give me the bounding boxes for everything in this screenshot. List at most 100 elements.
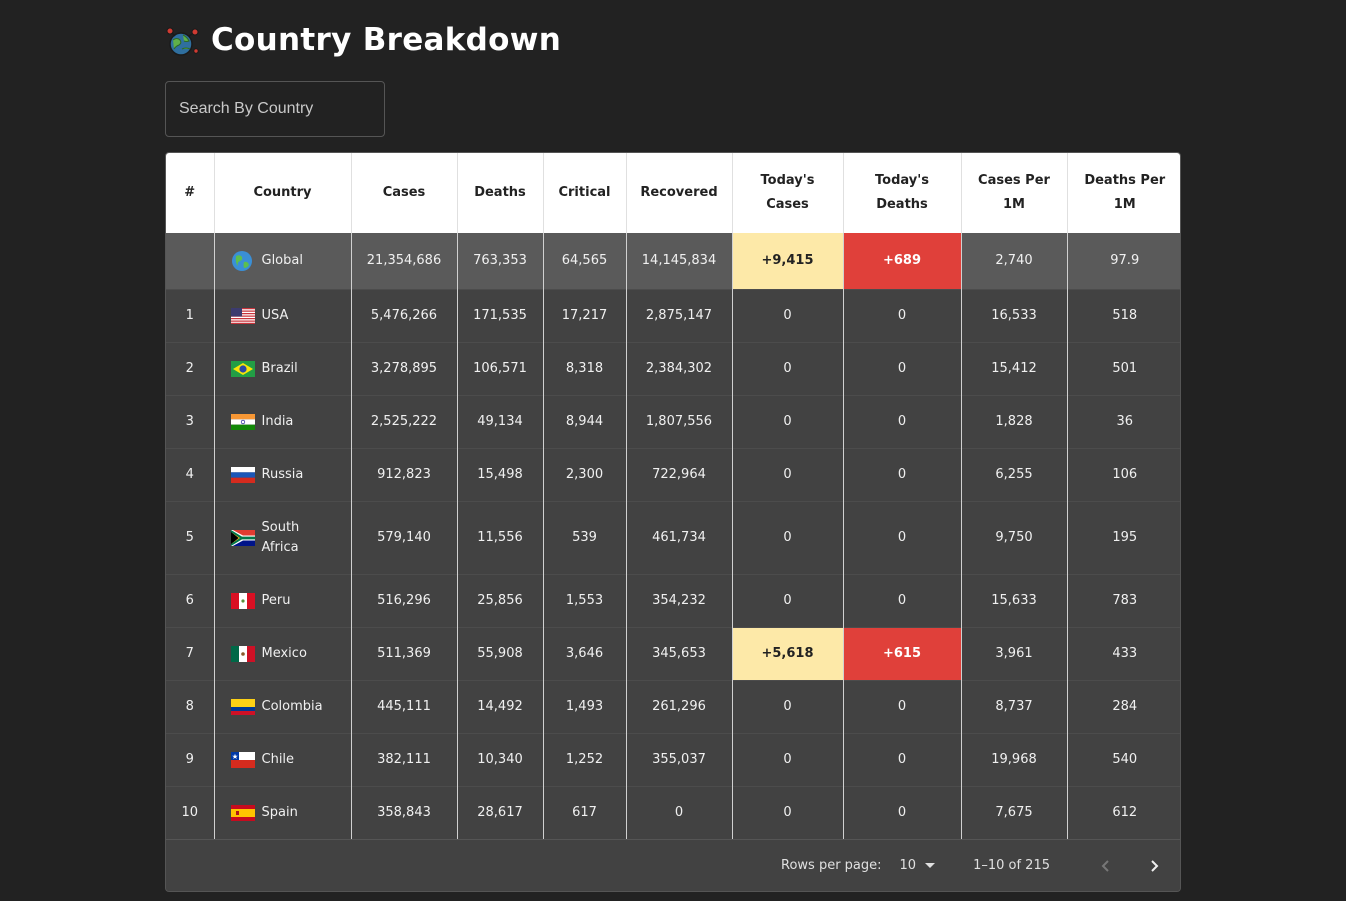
cell-deaths: 14,492 xyxy=(457,679,544,733)
cell-recovered: 0 xyxy=(626,785,733,839)
cell-country: South Africa xyxy=(214,500,352,574)
table-row[interactable]: 3 India 2,525,222 49,134 8,944 1,807,556 0 0 1,8… xyxy=(166,394,1180,448)
cell-recovered: 14,145,834 xyxy=(626,233,733,289)
cell-today-deaths: +689 xyxy=(843,233,962,289)
cell-country: Mexico xyxy=(214,626,352,680)
cell-country: India xyxy=(214,394,352,448)
table-row[interactable]: 2 Brazil 3,278,895 106,571 8,318 2,384,302 0 0 1… xyxy=(166,341,1180,395)
table-row[interactable]: 8 Colombia 445,111 14,492 1,493 261,296 0 0 8,73… xyxy=(166,679,1180,733)
russia-flag-icon xyxy=(230,466,255,483)
cell-recovered: 261,296 xyxy=(626,679,733,733)
cell-today-cases: 0 xyxy=(732,732,844,786)
cell-deaths-per-1m: 501 xyxy=(1067,341,1180,395)
search-input[interactable] xyxy=(165,81,385,137)
table-header-row: # Country Cases Deaths Critical Recovere… xyxy=(166,153,1180,233)
header-recovered[interactable]: Recovered xyxy=(626,153,733,233)
cell-deaths: 763,353 xyxy=(457,233,544,289)
cell-cases-per-1m: 9,750 xyxy=(961,500,1068,574)
cell-cases-per-1m: 15,633 xyxy=(961,573,1068,627)
cell-deaths-per-1m: 518 xyxy=(1067,288,1180,342)
country-table-container: # Country Cases Deaths Critical Recovere… xyxy=(165,152,1181,892)
cell-today-cases: 0 xyxy=(732,394,844,448)
table-row-global[interactable]: Global 21,354,686 763,353 64,565 14,145,834 +… xyxy=(166,233,1180,289)
cell-critical: 1,553 xyxy=(543,573,627,627)
cell-cases-per-1m: 16,533 xyxy=(961,288,1068,342)
cell-today-deaths: 0 xyxy=(843,394,962,448)
country-name: USA xyxy=(261,308,289,323)
page-header: Country Breakdown xyxy=(165,0,1181,80)
cell-recovered: 2,875,147 xyxy=(626,288,733,342)
previous-page-button[interactable] xyxy=(1082,842,1130,890)
header-deaths[interactable]: Deaths xyxy=(457,153,544,233)
cell-deaths-per-1m: 97.9 xyxy=(1067,233,1180,289)
cell-critical: 8,318 xyxy=(543,341,627,395)
header-rank[interactable]: # xyxy=(166,153,215,233)
rows-per-page-select[interactable]: 10 xyxy=(900,858,936,873)
usa-flag-icon xyxy=(230,307,255,324)
country-name: Colombia xyxy=(261,699,323,714)
header-critical[interactable]: Critical xyxy=(543,153,627,233)
cell-deaths: 10,340 xyxy=(457,732,544,786)
cell-cases-per-1m: 19,968 xyxy=(961,732,1068,786)
cell-today-deaths: 0 xyxy=(843,341,962,395)
cell-rank: 2 xyxy=(166,341,215,395)
south-africa-flag-icon xyxy=(230,528,255,547)
cell-deaths: 49,134 xyxy=(457,394,544,448)
cell-critical: 617 xyxy=(543,785,627,839)
cell-cases: 358,843 xyxy=(351,785,458,839)
cell-recovered: 354,232 xyxy=(626,573,733,627)
cell-recovered: 722,964 xyxy=(626,447,733,501)
globe-icon xyxy=(231,250,253,272)
cell-today-deaths: 0 xyxy=(843,732,962,786)
header-deaths-per-1m[interactable]: Deaths Per 1M xyxy=(1067,153,1180,233)
next-page-button[interactable] xyxy=(1130,842,1178,890)
cell-today-deaths: +615 xyxy=(843,626,962,680)
cell-today-deaths: 0 xyxy=(843,447,962,501)
table-row[interactable]: 7 Mexico 511,369 55,908 3,646 345,653 +5,618 +6… xyxy=(166,626,1180,680)
cell-deaths: 28,617 xyxy=(457,785,544,839)
cell-recovered: 461,734 xyxy=(626,500,733,574)
table-row[interactable]: 10 Spain 358,843 28,617 617 0 0 0 7,675 612 xyxy=(166,785,1180,839)
cell-rank: 7 xyxy=(166,626,215,680)
country-name: South Africa xyxy=(261,519,300,555)
cell-today-deaths: 0 xyxy=(843,573,962,627)
table-row[interactable]: 4 Russia 912,823 15,498 2,300 722,964 0 0 6,255 1… xyxy=(166,447,1180,501)
cell-country: Global xyxy=(214,233,352,289)
country-breakdown-page: Country Breakdown # Country Cases Deaths… xyxy=(165,0,1181,892)
cell-deaths-per-1m: 195 xyxy=(1067,500,1180,574)
cell-today-cases: +9,415 xyxy=(732,233,844,289)
cell-rank: 5 xyxy=(166,500,215,574)
header-country[interactable]: Country xyxy=(214,153,352,233)
cell-deaths: 15,498 xyxy=(457,447,544,501)
country-name: India xyxy=(261,414,294,429)
cell-country: Chile xyxy=(214,732,352,786)
header-todays-cases[interactable]: Today's Cases xyxy=(732,153,844,233)
cell-today-cases: +5,618 xyxy=(732,626,844,680)
header-cases[interactable]: Cases xyxy=(351,153,458,233)
cell-rank: 8 xyxy=(166,679,215,733)
table-row[interactable]: 5 South Africa 579,140 11,556 539 461,734 0 0 9,… xyxy=(166,500,1180,574)
table-row[interactable]: 1 USA 5,476,266 171,535 17,217 2,875,147 0 0 16,… xyxy=(166,288,1180,342)
table-row[interactable]: 6 Peru 516,296 25,856 1,553 354,232 0 0 15,633 78… xyxy=(166,573,1180,627)
cell-recovered: 1,807,556 xyxy=(626,394,733,448)
peru-flag-icon xyxy=(230,592,255,609)
cell-critical: 539 xyxy=(543,500,627,574)
cell-cases-per-1m: 7,675 xyxy=(961,785,1068,839)
cell-today-cases: 0 xyxy=(732,447,844,501)
mexico-flag-icon xyxy=(230,645,255,662)
cell-today-cases: 0 xyxy=(732,679,844,733)
table-row[interactable]: 9 Chile 382,111 10,340 1,252 355,037 0 0 19,968 5… xyxy=(166,732,1180,786)
cell-recovered: 355,037 xyxy=(626,732,733,786)
cell-deaths-per-1m: 783 xyxy=(1067,573,1180,627)
cell-today-cases: 0 xyxy=(732,500,844,574)
country-name: Spain xyxy=(261,805,298,821)
header-todays-deaths[interactable]: Today's Deaths xyxy=(843,153,962,233)
brazil-flag-icon xyxy=(230,360,255,377)
cell-deaths: 171,535 xyxy=(457,288,544,342)
cell-deaths: 11,556 xyxy=(457,500,544,574)
caret-down-icon xyxy=(925,863,936,868)
header-cases-per-1m[interactable]: Cases Per 1M xyxy=(961,153,1068,233)
cell-rank: 4 xyxy=(166,447,215,501)
chevron-left-icon xyxy=(1101,859,1109,872)
virus-globe-icon xyxy=(166,27,199,56)
